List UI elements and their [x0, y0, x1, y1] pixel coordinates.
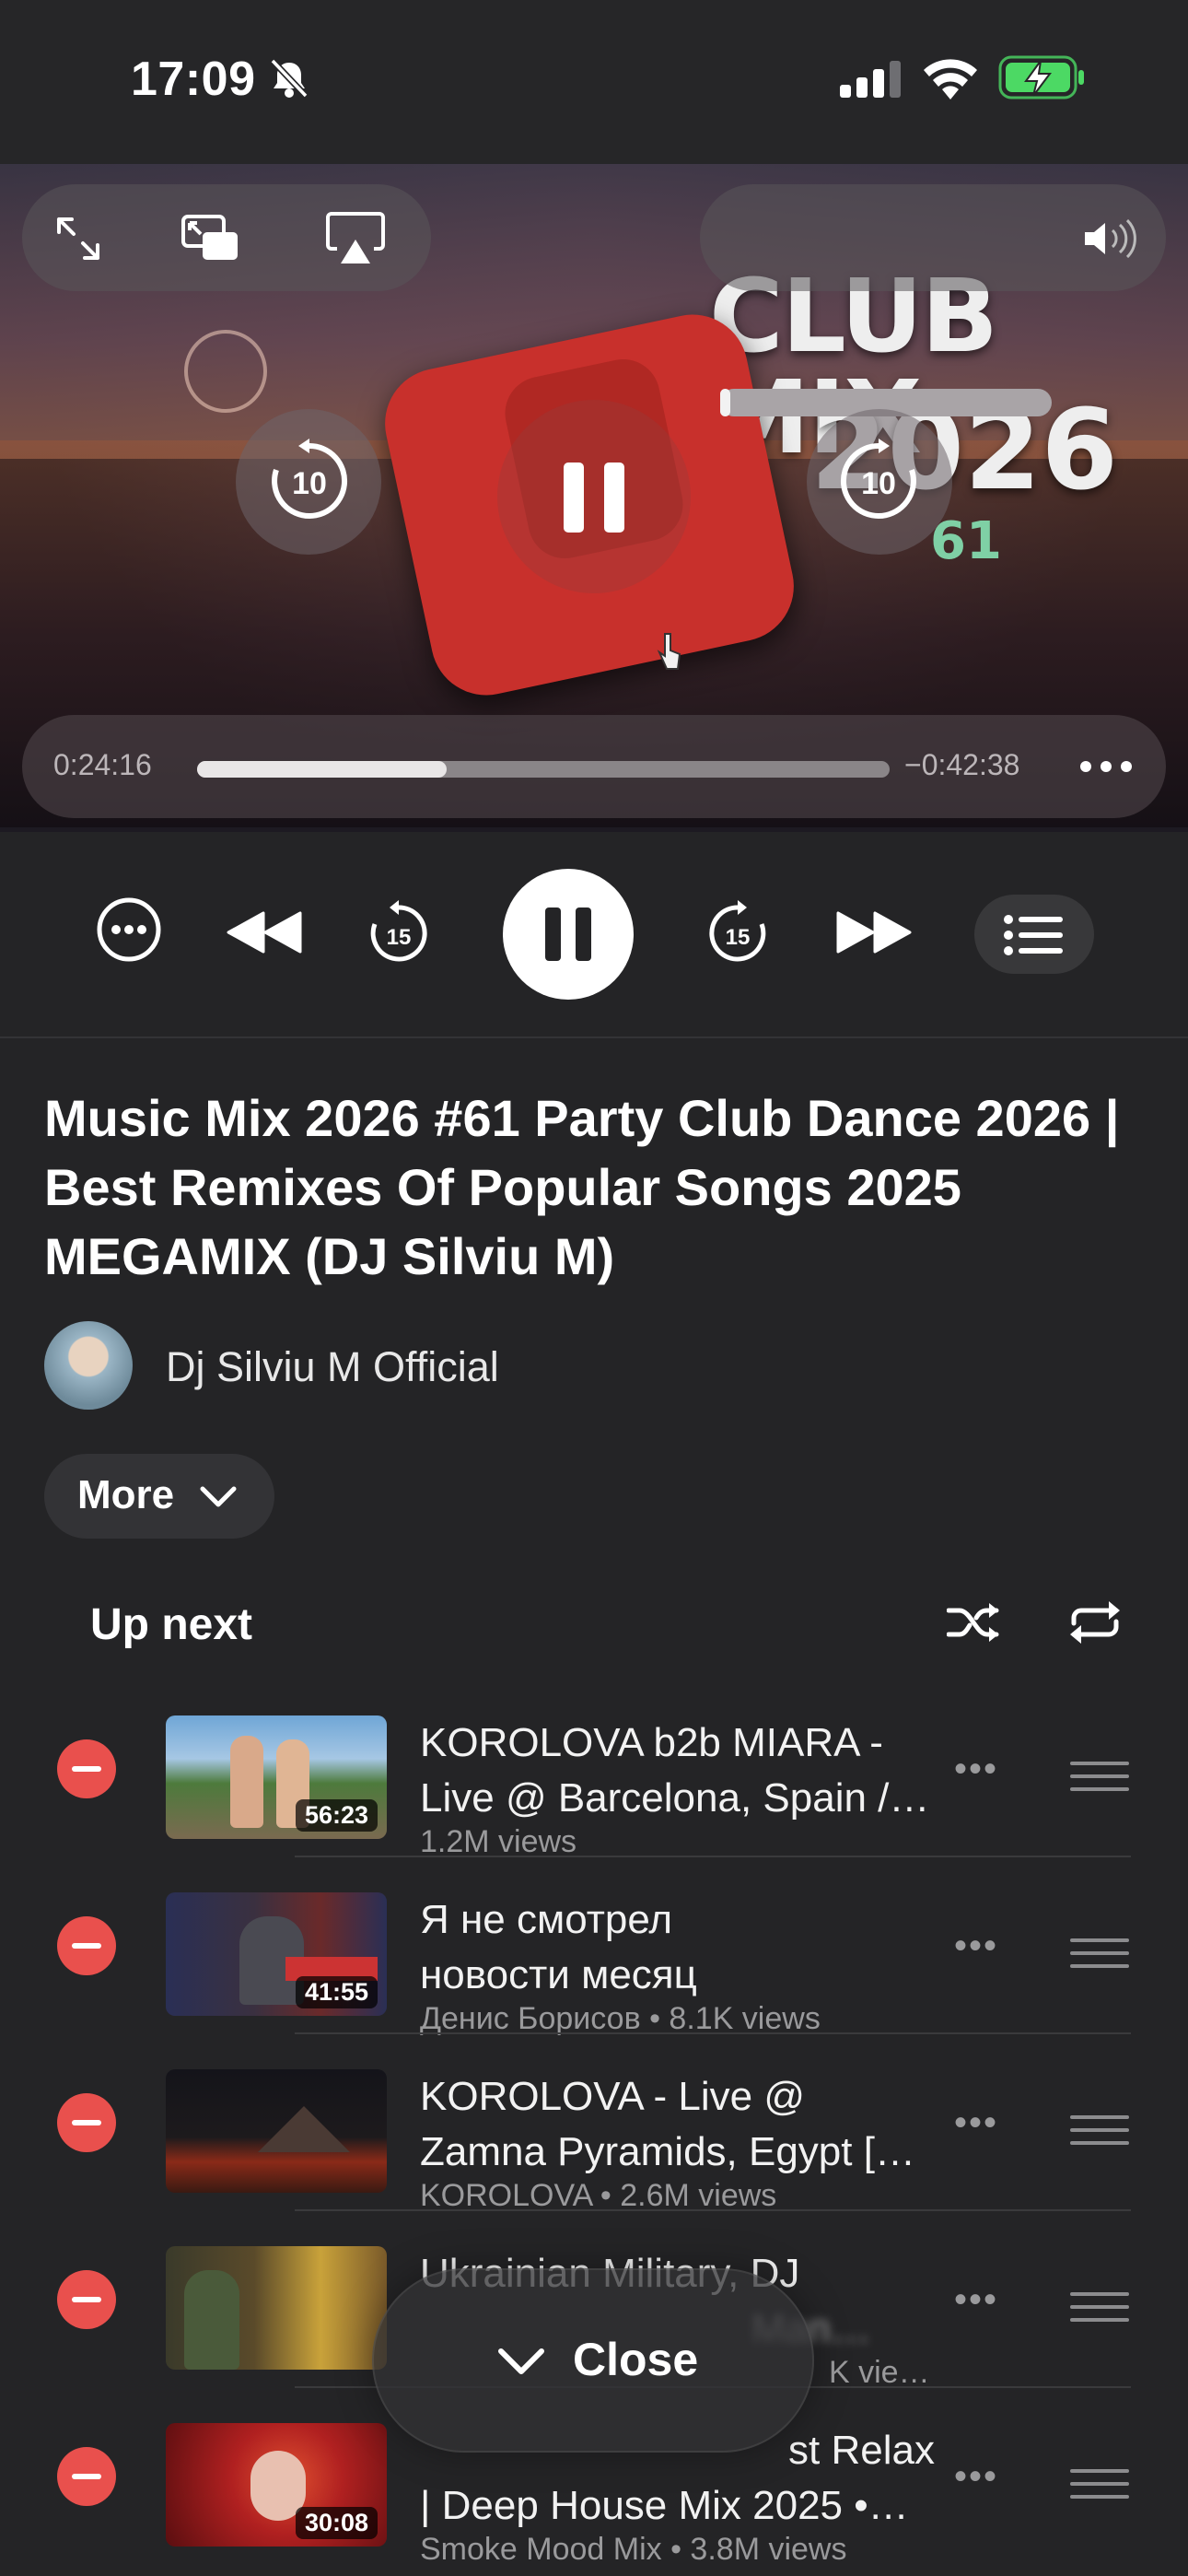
more-button[interactable]: More: [44, 1454, 274, 1539]
video-skip-back-button[interactable]: 10: [236, 409, 381, 555]
drag-handle-icon[interactable]: [1070, 2469, 1129, 2508]
remove-button[interactable]: [57, 2270, 116, 2329]
airplay-icon[interactable]: [326, 212, 385, 263]
item-more-icon[interactable]: •••: [954, 1749, 998, 1790]
item-more-icon[interactable]: •••: [954, 2279, 998, 2321]
pause-icon: [545, 907, 591, 961]
pause-button[interactable]: [503, 869, 634, 1000]
queue-item-title: Я не смотрел новости месяц: [420, 1897, 697, 1997]
cellular-signal-icon: [840, 61, 901, 98]
close-button[interactable]: Close: [372, 2268, 814, 2453]
queue-item-title: KOROLOVA b2b MIARA - Live @ Barcelona, Sp…: [420, 1720, 930, 1821]
video-thumbnail: 56:23: [166, 1715, 387, 1839]
remove-button[interactable]: [57, 2093, 116, 2152]
cursor-icon: [657, 633, 681, 670]
drag-handle-icon[interactable]: [1070, 1938, 1129, 1977]
svg-text:15: 15: [387, 925, 412, 950]
item-more-icon[interactable]: •••: [954, 1926, 998, 1967]
close-label: Close: [573, 2334, 699, 2385]
drag-handle-icon[interactable]: [1070, 2292, 1129, 2331]
more-options-icon[interactable]: [1077, 757, 1135, 776]
video-thumbnail: 30:08: [166, 2423, 387, 2547]
chevron-down-icon: [200, 1486, 237, 1507]
video-thumbnail: [166, 2246, 387, 2370]
status-time: 17:09: [131, 53, 256, 106]
battery-charging-icon: [998, 55, 1084, 100]
queue-item[interactable]: 41:55 Я не смотрел новости месяц Денис Бо…: [0, 1857, 1188, 2036]
remove-button[interactable]: [57, 2447, 116, 2506]
svg-text:10: 10: [861, 466, 896, 501]
item-more-icon[interactable]: •••: [954, 2456, 998, 2498]
up-next-heading: Up next: [90, 1600, 253, 1649]
chevron-down-icon: [498, 2348, 544, 2374]
status-bar: 17:09: [0, 0, 1188, 164]
channel-name[interactable]: Dj Silviu M Official: [166, 1343, 499, 1391]
queue-item[interactable]: 56:23 KOROLOVA b2b MIARA - Live @ Barcelo…: [0, 1680, 1188, 1859]
queue-item-title: KOROLOVA - Live @ Zamna Pyramids, Egypt […: [420, 2074, 915, 2174]
video-duration: 30:08: [295, 2507, 378, 2539]
video-thumbnail: [166, 2069, 387, 2193]
item-more-icon[interactable]: •••: [954, 2102, 998, 2144]
forward-10-icon: 10: [840, 439, 916, 519]
drag-handle-icon[interactable]: [1070, 2115, 1129, 2154]
repeat-icon[interactable]: [1068, 1599, 1122, 1645]
options-circle-icon[interactable]: [96, 896, 162, 963]
remove-button[interactable]: [57, 1739, 116, 1798]
video-duration: 56:23: [295, 1799, 378, 1832]
list-icon: [1004, 915, 1063, 955]
pause-icon: [564, 463, 624, 533]
elapsed-time: 0:24:16: [53, 748, 152, 781]
progress-slider[interactable]: [197, 761, 890, 778]
queue-button[interactable]: [974, 895, 1094, 974]
rewind-15-icon[interactable]: 15: [367, 898, 431, 965]
speaker-icon: [1085, 219, 1136, 258]
queue-item[interactable]: KOROLOVA - Live @ Zamna Pyramids, Egypt […: [0, 2034, 1188, 2213]
queue-item-subtitle: Smoke Mood Mix • 3.8M views: [420, 2532, 847, 2567]
remaining-time: −0:42:38: [904, 748, 1020, 781]
wifi-icon: [924, 59, 977, 100]
next-track-icon[interactable]: [836, 911, 914, 954]
svg-text:10: 10: [292, 466, 327, 501]
video-skip-forward-button[interactable]: 10: [807, 409, 952, 555]
forward-15-icon[interactable]: 15: [705, 898, 770, 965]
remove-button[interactable]: [57, 1916, 116, 1975]
picture-in-picture-icon[interactable]: [181, 214, 241, 263]
transport-controls: 15 15: [0, 832, 1188, 1038]
video-pause-button[interactable]: [497, 400, 691, 593]
video-thumbnail: 41:55: [166, 1892, 387, 2016]
drag-handle-icon[interactable]: [1070, 1762, 1129, 1800]
channel-avatar[interactable]: [44, 1321, 133, 1410]
fullscreen-icon[interactable]: [55, 216, 101, 262]
shuffle-icon[interactable]: [947, 1599, 1000, 1645]
svg-text:15: 15: [726, 925, 751, 950]
video-title: Music Mix 2026 #61 Party Club Dance 2026…: [44, 1089, 1120, 1285]
video-overlay-number: 61: [930, 511, 1002, 571]
previous-track-icon[interactable]: [225, 911, 302, 954]
video-duration: 41:55: [295, 1976, 378, 2008]
rewind-10-icon: 10: [272, 439, 348, 519]
bell-slash-icon: [270, 59, 309, 99]
